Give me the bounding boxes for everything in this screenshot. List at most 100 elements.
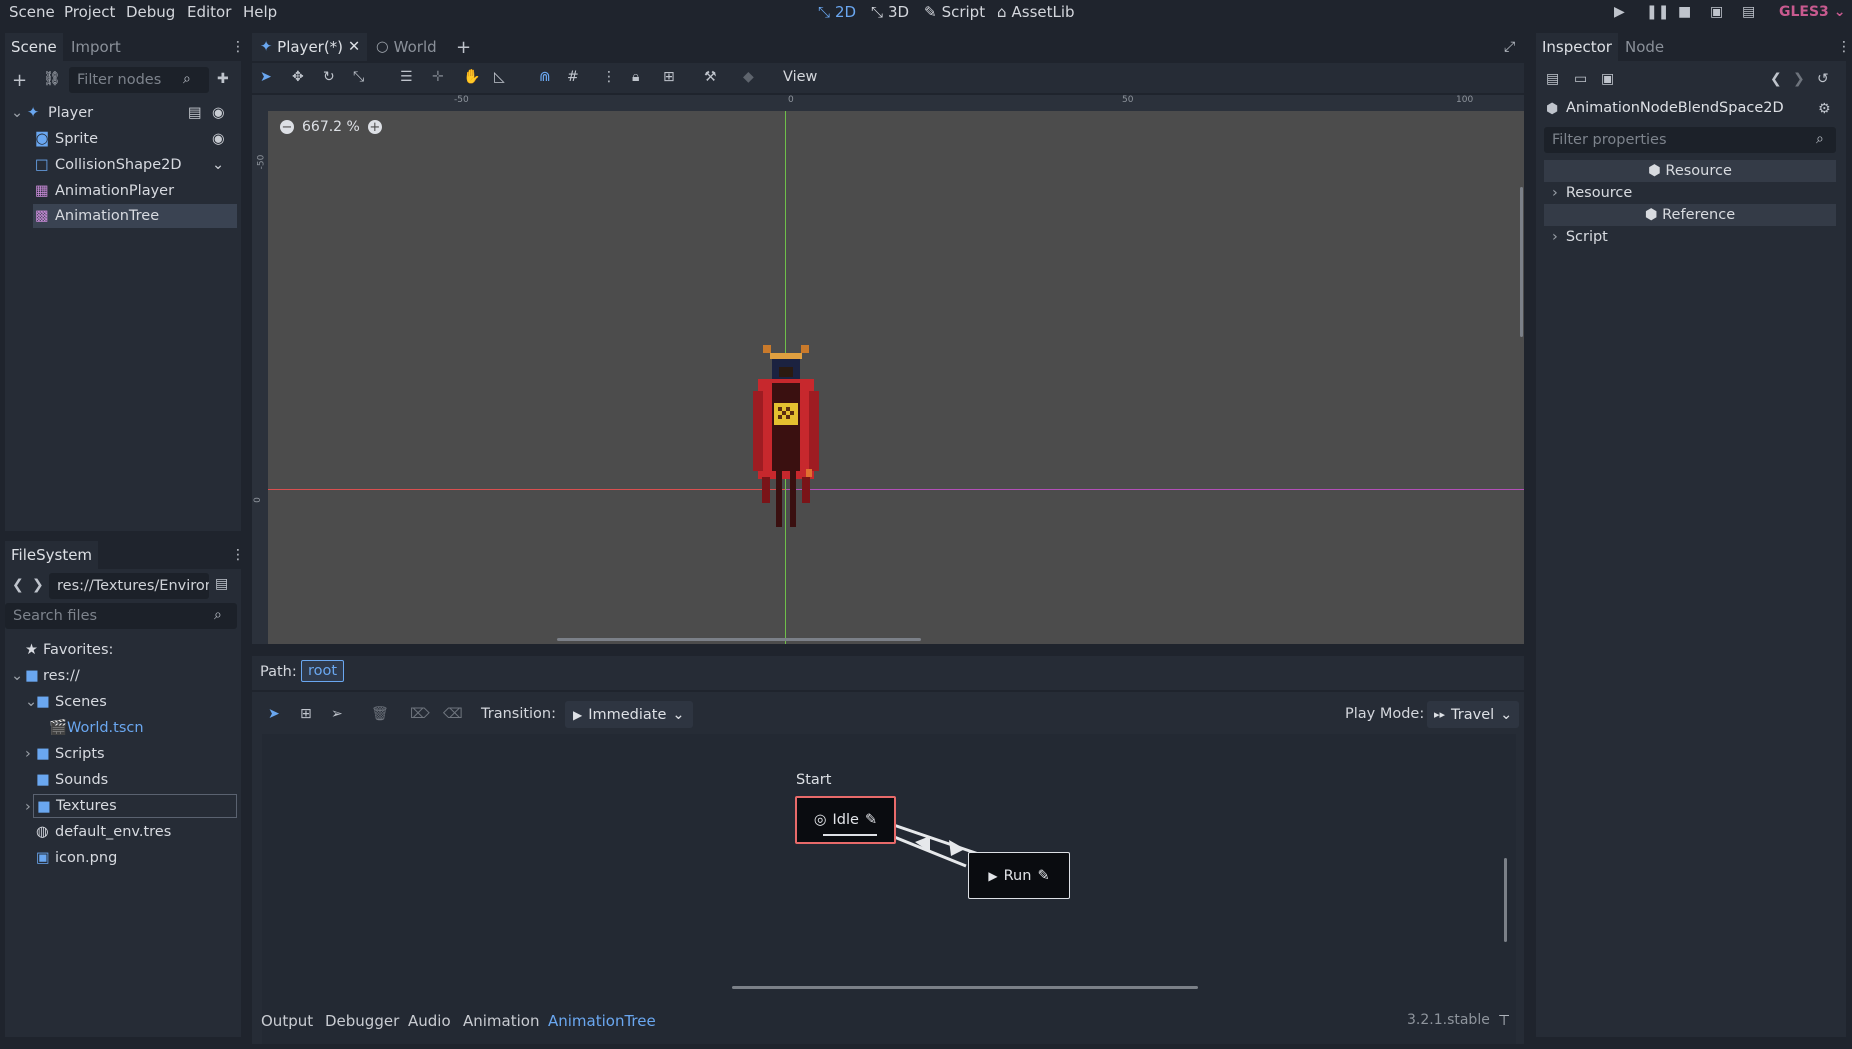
forward-icon[interactable]: ❯ [32,577,44,593]
category-resource[interactable]: › Resource [1544,182,1836,204]
menu-help[interactable]: Help [243,3,277,21]
dock-menu-icon[interactable]: ⋮ [231,39,245,55]
rotate-tool-icon[interactable]: ↻ [323,69,335,85]
stop-icon[interactable]: ■ [1678,4,1691,20]
link-icon[interactable]: ⛓ [43,71,61,87]
view-menu[interactable]: View [783,69,817,85]
back-icon[interactable]: ❮ [12,577,24,593]
collapse-panel-icon[interactable]: ⊤ [1498,1013,1510,1029]
menu-editor[interactable]: Editor [187,3,231,21]
search-files-input[interactable]: Search files [5,603,237,629]
new-resource-icon[interactable]: ▤ [1546,71,1559,87]
group-icon[interactable]: ⊞ [663,69,675,85]
mode-3d-button[interactable]: ⤡ 3D [871,3,909,21]
camera-override-icon[interactable]: ◆ [743,69,754,85]
zoom-out-icon[interactable]: − [280,120,294,134]
renderer-select[interactable]: GLES3 ⌄ [1779,4,1845,20]
list-item-world-tscn[interactable]: 🎬 World.tscn [5,716,237,740]
player-sprite[interactable] [748,345,824,531]
visibility-eye-icon[interactable]: ◉ [212,127,225,151]
list-select-icon[interactable]: ☰ [400,69,413,85]
set-end-icon[interactable]: ⌫ [443,706,463,722]
tree-item-collisionshape2d[interactable]: □ CollisionShape2D ⌄ [5,153,237,177]
tab-filesystem[interactable]: FileSystem [5,541,99,569]
dock-menu-icon[interactable]: ⋮ [231,547,245,563]
script-attach-icon[interactable]: ✚ [217,71,229,87]
state-machine-graph[interactable]: Start ◎ Idle ✎ ▶ Run ✎ [262,734,1516,1044]
list-item-scripts[interactable]: › ■ Scripts [5,742,237,766]
transition-select[interactable]: ▶ Immediate ⌄ [565,701,693,728]
vertical-scrollbar[interactable] [1520,187,1523,337]
bone-icon[interactable]: ⚒ [704,69,717,85]
pivot-tool-icon[interactable]: ✛ [432,69,444,85]
distraction-free-icon[interactable]: ⤢ [1504,39,1515,55]
tree-item-animationplayer[interactable]: ▦ AnimationPlayer [5,179,237,203]
tab-scene[interactable]: Scene [5,33,63,61]
zoom-level[interactable]: 667.2 % [302,119,360,135]
save-icon[interactable]: ▣ [1601,71,1614,87]
mode-2d-button[interactable]: ⤡ 2D [818,3,856,21]
close-icon[interactable]: ✕ [348,39,360,55]
path-field[interactable]: res://Textures/Environ [49,573,209,599]
play-custom-scene-icon[interactable]: ▤ [1742,4,1755,20]
visibility-eye-icon[interactable]: ◉ [212,101,225,125]
edit-icon[interactable]: ✎ [1037,868,1049,884]
tree-item-animationtree[interactable]: ▩ AnimationTree [33,204,237,228]
tab-import[interactable]: Import [65,33,127,61]
mode-script-button[interactable]: ✎ Script [924,3,985,21]
menu-project[interactable]: Project [64,3,115,21]
dock-menu-icon[interactable]: ⋮ [1837,39,1851,55]
play-mode-select[interactable]: ▸▸ Travel ⌄ [1427,701,1520,728]
connect-nodes-icon[interactable]: ➢ [331,706,343,722]
list-item-res[interactable]: ⌄ ■ res:// [5,664,237,688]
tab-player[interactable]: ✦ Player(*) ✕ [252,33,367,61]
tab-inspector[interactable]: Inspector [1536,33,1618,61]
remove-icon[interactable]: 🗑︎ [371,706,389,722]
select-nodes-icon[interactable]: ➤ [268,706,280,722]
list-item-favorites[interactable]: ★ Favorites: [5,638,237,662]
filter-properties-input[interactable]: Filter properties [1544,127,1836,153]
back-icon[interactable]: ❮ [1770,71,1782,87]
mode-assetlib-button[interactable]: ⌂ AssetLib [997,3,1075,21]
more-options-icon[interactable]: ⋮ [602,69,616,85]
graph-vertical-scrollbar[interactable] [1504,858,1507,942]
play-icon[interactable]: ▶ [1614,4,1625,20]
scale-tool-icon[interactable]: ⤡ [353,69,364,85]
state-node-run[interactable]: ▶ Run ✎ [968,852,1070,899]
forward-icon[interactable]: ❯ [1793,71,1805,87]
object-properties-icon[interactable]: ⚙ [1818,101,1831,117]
create-node-icon[interactable]: ⊞ [300,706,312,722]
list-item-textures[interactable]: › ■ Textures [25,794,237,818]
tab-world[interactable]: ○ World [376,33,437,61]
tree-item-player[interactable]: ⌄ ✦ Player ▤ ◉ [5,101,237,125]
lock-icon[interactable]: 🔒︎ [632,69,639,85]
smart-snap-icon[interactable]: ⋒ [539,69,551,85]
state-node-idle[interactable]: ◎ Idle ✎ [795,796,896,844]
tree-item-sprite[interactable]: ◙ Sprite ◉ [5,127,237,151]
history-icon[interactable]: ↺ [1817,71,1829,87]
list-item-icon-png[interactable]: ▣ icon.png [5,846,237,870]
tab-animationtree[interactable]: AnimationTree [548,1012,656,1030]
menu-scene[interactable]: Scene [9,3,55,21]
add-node-icon[interactable]: + [12,70,27,91]
tab-debugger[interactable]: Debugger [325,1012,399,1030]
graph-horizontal-scrollbar[interactable] [732,986,1198,989]
tab-node[interactable]: Node [1619,33,1670,61]
list-item-sounds[interactable]: ■ Sounds [5,768,237,792]
pan-tool-icon[interactable]: ✋ [463,69,480,85]
grid-snap-icon[interactable]: # [567,69,579,85]
zoom-in-icon[interactable]: + [367,120,382,134]
set-start-icon[interactable]: ⌦ [410,706,430,722]
tab-animation[interactable]: Animation [463,1012,539,1030]
canvas-viewport[interactable]: -50 0 50 100 -50 0 − 667.2 % + [252,95,1524,644]
tab-audio[interactable]: Audio [408,1012,451,1030]
select-tool-icon[interactable]: ➤ [260,69,272,85]
add-tab-icon[interactable]: + [456,37,471,58]
category-script[interactable]: › Script [1544,226,1836,248]
menu-debug[interactable]: Debug [126,3,175,21]
horizontal-scrollbar[interactable] [557,638,921,641]
script-icon[interactable]: ▤ [188,101,202,125]
path-root-button[interactable]: root [301,660,345,682]
list-item-default-env[interactable]: ◍ default_env.tres [5,820,237,844]
play-scene-icon[interactable]: ▣ [1710,4,1723,20]
